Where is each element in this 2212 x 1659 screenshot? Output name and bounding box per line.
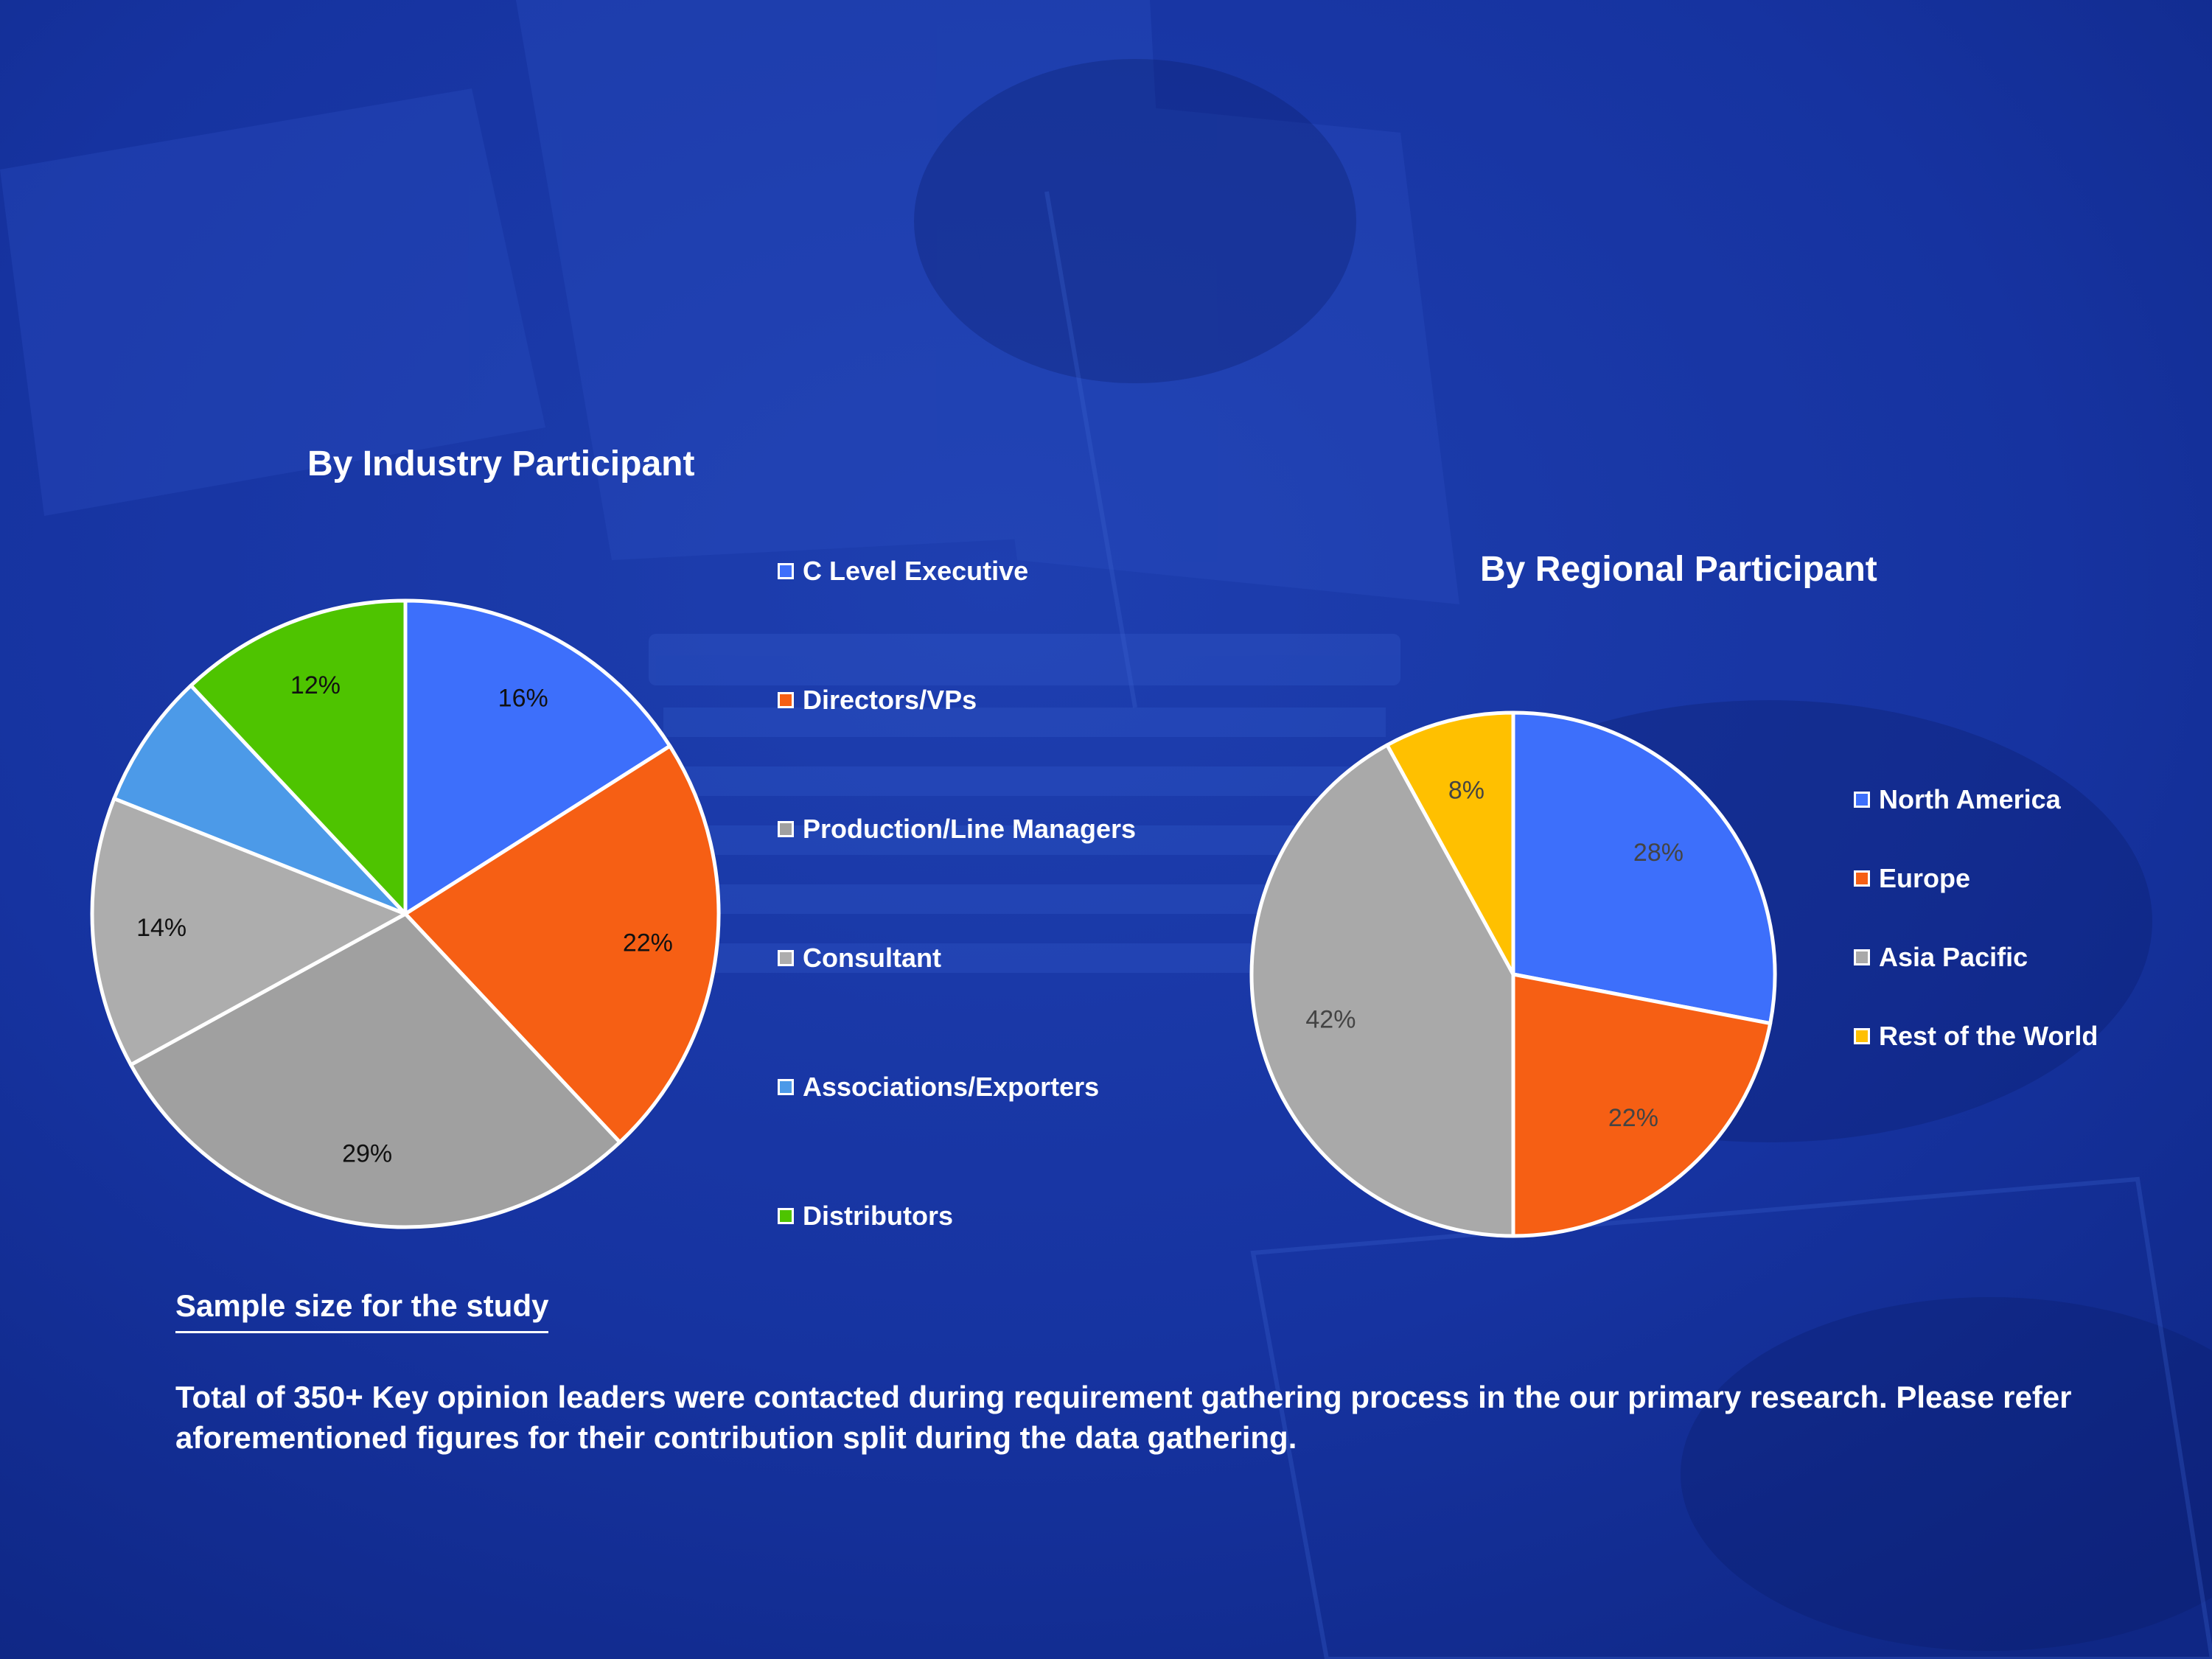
pie-slice-north-america [1511, 710, 1777, 1026]
legend-swatch-directors-vps [778, 692, 794, 708]
legend-label-europe: Europe [1879, 863, 1971, 893]
legend-item-asia-pacific: Asia Pacific [1854, 942, 2028, 973]
legend-swatch-asia-pacific [1854, 949, 1870, 965]
legend-item-consultant: Consultant [778, 943, 941, 974]
legend-item-distributors: Distributors [778, 1201, 953, 1232]
legend-swatch-distributors [778, 1208, 794, 1224]
legend-item-associations-exporters: Associations/Exporters [778, 1072, 1099, 1103]
data-label-rest-of-the-world: 8% [1448, 776, 1484, 804]
legend-label-north-america: North America [1879, 784, 2061, 814]
legend-item-north-america: North America [1854, 784, 2061, 815]
legend-label-directors-vps: Directors/VPs [803, 685, 977, 715]
legend-label-rest-of-the-world: Rest of the World [1879, 1021, 2098, 1051]
data-label-production-line-managers: 29% [342, 1139, 392, 1167]
legend-label-production-line-managers: Production/Line Managers [803, 814, 1137, 844]
legend-item-production-line-managers: Production/Line Managers [778, 814, 1136, 845]
legend-swatch-consultant [778, 950, 794, 966]
legend-label-distributors: Distributors [803, 1201, 954, 1231]
legend-label-consultant: Consultant [803, 943, 941, 973]
regional-chart-title: By Regional Participant [1480, 550, 1877, 589]
legend-label-associations-exporters: Associations/Exporters [803, 1072, 1100, 1102]
industry-pie-chart: 16% 22% 29% 14% 12% [90, 598, 721, 1229]
legend-swatch-c-level-executive [778, 563, 794, 579]
legend-item-rest-of-the-world: Rest of the World [1854, 1021, 2098, 1052]
data-label-directors-vps: 22% [623, 929, 673, 957]
legend-label-asia-pacific: Asia Pacific [1879, 942, 2028, 972]
legend-item-europe: Europe [1854, 863, 1970, 894]
legend-label-c-level-executive: C Level Executive [803, 556, 1029, 586]
data-label-europe: 22% [1608, 1104, 1658, 1132]
sample-size-heading: Sample size for the study [175, 1288, 549, 1333]
legend-swatch-north-america [1854, 792, 1870, 808]
legend-item-c-level-executive: C Level Executive [778, 556, 1028, 587]
legend-swatch-rest-of-the-world [1854, 1028, 1870, 1044]
legend-swatch-production-line-managers [778, 821, 794, 837]
legend-item-directors-vps: Directors/VPs [778, 685, 977, 716]
sample-size-description: Total of 350+ Key opinion leaders were c… [175, 1380, 2072, 1455]
data-label-distributors: 12% [290, 671, 341, 699]
data-label-consultant: 14% [136, 914, 186, 942]
industry-chart-title: By Industry Participant [307, 444, 695, 483]
data-label-north-america: 28% [1633, 839, 1684, 867]
regional-pie-chart: 28% 22% 42% 8% [1249, 710, 1777, 1238]
data-label-asia-pacific: 42% [1305, 1006, 1356, 1034]
legend-swatch-europe [1854, 870, 1870, 887]
legend-swatch-associations-exporters [778, 1079, 794, 1095]
data-label-c-level-executive: 16% [498, 684, 548, 712]
